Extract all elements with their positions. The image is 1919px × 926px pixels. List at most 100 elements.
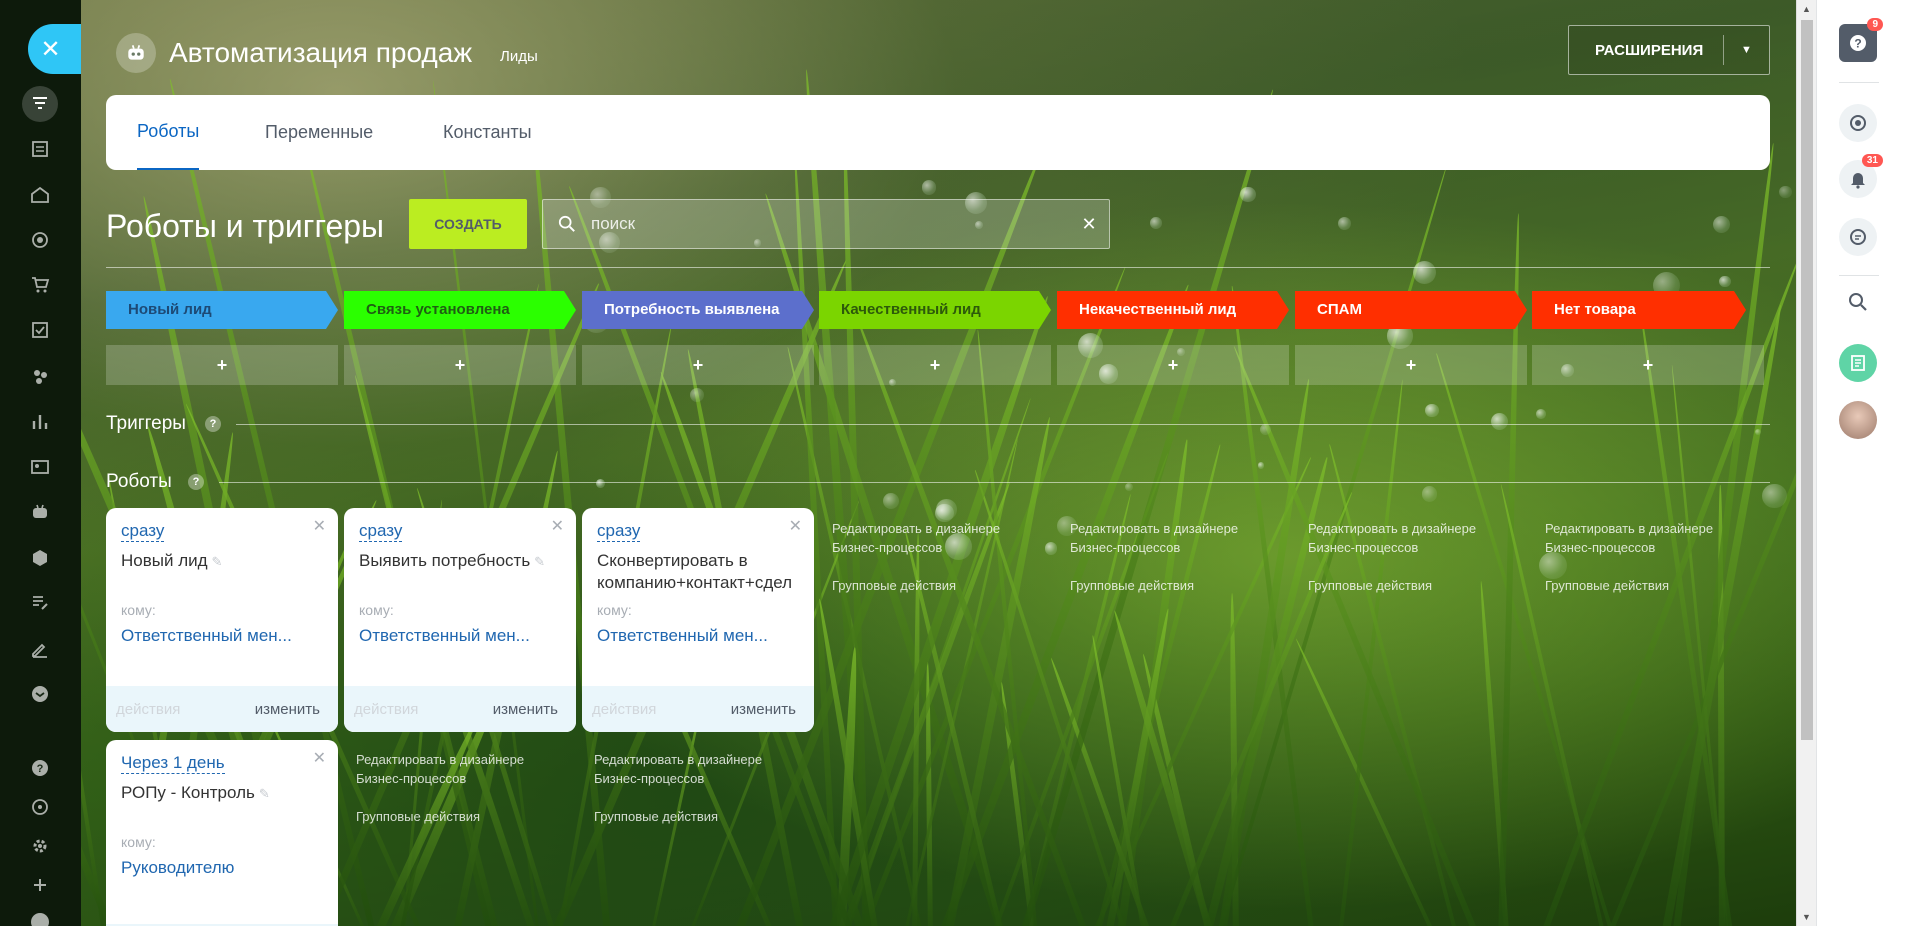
add-trigger-button[interactable]: + <box>344 345 576 385</box>
group-actions-link[interactable]: Групповые действия <box>1070 578 1194 593</box>
robot-icon[interactable] <box>28 500 52 524</box>
stage-need-identified[interactable]: Потребность выявлена <box>582 291 814 329</box>
add-trigger-button[interactable]: + <box>106 345 338 385</box>
robot-delay[interactable]: сразу <box>597 521 641 542</box>
filter-icon[interactable] <box>22 86 58 122</box>
search-input[interactable] <box>591 214 1069 234</box>
robot-delay[interactable]: сразу <box>359 521 403 542</box>
robot-recipient[interactable]: Ответственный мен... <box>121 626 292 646</box>
stage-new-lead[interactable]: Новый лид <box>106 291 338 329</box>
close-icon[interactable]: ✕ <box>789 516 802 536</box>
tab-variables[interactable]: Переменные <box>265 95 373 170</box>
page-scrollbar[interactable]: ▲ ▼ <box>1796 0 1816 926</box>
clear-search-icon[interactable]: ✕ <box>1069 214 1109 235</box>
chevron-down-icon[interactable]: ▼ <box>1724 44 1769 56</box>
designer-link[interactable]: Редактировать в дизайнере Бизнес-процесс… <box>1070 519 1270 557</box>
signature-icon[interactable] <box>28 637 52 661</box>
analytics-icon[interactable] <box>28 410 52 434</box>
box-icon[interactable] <box>28 546 52 570</box>
help-icon[interactable]: ? <box>188 474 204 490</box>
company-icon[interactable] <box>28 183 52 207</box>
robot-name: РОПу - Контроль ✎ <box>121 783 270 802</box>
group-actions-link[interactable]: Групповые действия <box>356 809 480 824</box>
chat-icon[interactable] <box>1839 218 1877 256</box>
stage-unqualified-lead[interactable]: Некачественный лид <box>1057 291 1289 329</box>
cart-icon[interactable] <box>28 273 52 297</box>
water-drop <box>1149 217 1162 229</box>
bell-icon[interactable]: 31 <box>1839 154 1883 198</box>
edit-link[interactable]: изменить <box>731 701 796 718</box>
scroll-up-icon[interactable]: ▲ <box>1802 4 1811 14</box>
robot-delay[interactable]: сразу <box>121 521 165 542</box>
help-icon[interactable]: ? 9 <box>1839 18 1883 62</box>
svg-text:?: ? <box>37 763 44 775</box>
user-avatar-icon[interactable] <box>28 910 52 926</box>
add-trigger-button[interactable]: + <box>1295 345 1527 385</box>
create-button[interactable]: СОЗДАТЬ <box>409 199 527 249</box>
tab-constants[interactable]: Константы <box>443 95 532 170</box>
svg-text:?: ? <box>1854 37 1861 51</box>
add-trigger-button[interactable]: + <box>1532 345 1764 385</box>
robot-recipient[interactable]: Ответственный мен... <box>359 626 530 646</box>
robot-card[interactable]: ✕ сразу Сконвертировать в компанию+конта… <box>582 508 814 732</box>
user-avatar[interactable] <box>1839 401 1877 439</box>
stage-spam[interactable]: СПАМ <box>1295 291 1527 329</box>
tasks-icon[interactable] <box>28 137 52 161</box>
close-icon[interactable]: ✕ <box>551 516 564 536</box>
edit-link[interactable]: изменить <box>255 701 320 718</box>
open-channels-icon[interactable] <box>1839 104 1877 142</box>
water-drop <box>1125 482 1134 492</box>
edit-link[interactable]: изменить <box>493 701 558 718</box>
stage-qualified-lead[interactable]: Качественный лид <box>819 291 1051 329</box>
tab-robots[interactable]: Роботы <box>137 95 200 170</box>
stage-contact-established[interactable]: Связь установлена <box>344 291 576 329</box>
close-icon[interactable]: ✕ <box>313 516 326 536</box>
water-drop <box>1536 409 1546 419</box>
divider <box>106 267 1770 268</box>
add-trigger-button[interactable]: + <box>819 345 1051 385</box>
robot-recipient[interactable]: Руководителю <box>121 858 234 878</box>
help-icon[interactable]: ? <box>28 756 52 780</box>
search-icon[interactable] <box>1839 283 1877 321</box>
plus-icon[interactable] <box>28 873 52 897</box>
contact-card-icon[interactable] <box>28 455 52 479</box>
designer-link[interactable]: Редактировать в дизайнере Бизнес-процесс… <box>832 519 1032 557</box>
document-icon[interactable] <box>1839 344 1877 382</box>
group-actions-link[interactable]: Групповые действия <box>1308 578 1432 593</box>
add-trigger-button[interactable]: + <box>582 345 814 385</box>
robot-card[interactable]: ✕ Через 1 день РОПу - Контроль ✎ кому: Ру… <box>106 740 338 926</box>
add-trigger-button[interactable]: + <box>1057 345 1289 385</box>
scrollbar-thumb[interactable] <box>1801 20 1813 740</box>
help-badge: 9 <box>1867 18 1883 31</box>
extensions-button[interactable]: РАСШИРЕНИЯ ▼ <box>1568 25 1770 75</box>
pencil-icon[interactable]: ✎ <box>534 554 545 569</box>
robot-recipient[interactable]: Ответственный мен... <box>597 626 768 646</box>
pencil-icon[interactable]: ✎ <box>212 554 223 569</box>
designer-link[interactable]: Редактировать в дизайнере Бизнес-процесс… <box>594 750 794 788</box>
edit-list-icon[interactable] <box>28 591 52 615</box>
network-icon[interactable] <box>28 795 52 819</box>
group-icon[interactable] <box>28 364 52 388</box>
pencil-icon[interactable]: ✎ <box>259 786 270 801</box>
designer-link[interactable]: Редактировать в дизайнере Бизнес-процесс… <box>356 750 556 788</box>
help-icon[interactable]: ? <box>205 416 221 432</box>
target-icon[interactable] <box>28 228 52 252</box>
close-icon[interactable]: ✕ <box>313 748 326 768</box>
robot-delay[interactable]: Через 1 день <box>121 753 225 774</box>
search-icon <box>543 215 591 233</box>
robot-card[interactable]: ✕ сразу Новый лид ✎ кому: Ответственный м… <box>106 508 338 732</box>
settings-icon[interactable] <box>28 834 52 858</box>
more-icon[interactable] <box>28 682 52 706</box>
group-actions-link[interactable]: Групповые действия <box>1545 578 1669 593</box>
group-actions-link[interactable]: Групповые действия <box>594 809 718 824</box>
close-icon[interactable]: ✕ <box>28 24 81 74</box>
designer-link[interactable]: Редактировать в дизайнере Бизнес-процесс… <box>1308 519 1508 557</box>
group-actions-link[interactable]: Групповые действия <box>832 578 956 593</box>
scroll-down-icon[interactable]: ▼ <box>1802 912 1811 922</box>
designer-link[interactable]: Редактировать в дизайнере Бизнес-процесс… <box>1545 519 1745 557</box>
checkbox-icon[interactable] <box>28 318 52 342</box>
stage-no-product[interactable]: Нет товара <box>1532 291 1746 329</box>
section-title: Роботы и триггеры <box>106 208 385 244</box>
robot-card[interactable]: ✕ сразу Выявить потребность ✎ кому: Ответ… <box>344 508 576 732</box>
water-drop <box>1337 216 1352 231</box>
